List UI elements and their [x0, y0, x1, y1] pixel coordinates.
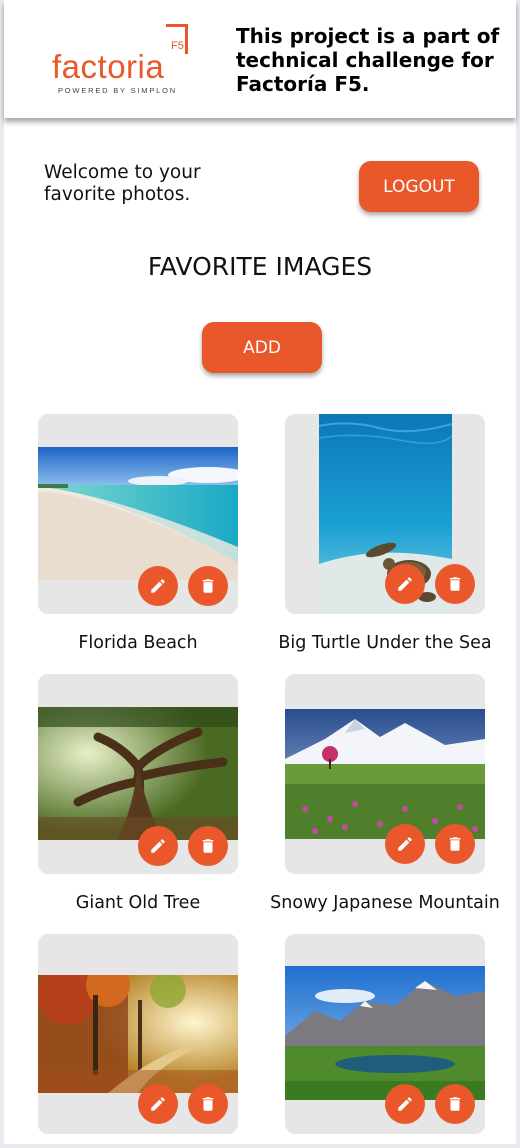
card-caption: Giant Old Tree [75, 893, 201, 913]
pencil-icon [398, 577, 412, 591]
image-grid: Florida Beach Big Turtle Under the Sea G… [0, 0, 520, 1148]
pencil-icon [151, 1097, 165, 1111]
trash-icon [202, 839, 214, 853]
delete-button[interactable] [435, 564, 475, 604]
edit-button[interactable] [138, 826, 178, 866]
image-card [38, 934, 238, 1134]
image-card [285, 934, 485, 1134]
trash-icon [202, 579, 214, 593]
trash-icon [202, 1097, 214, 1111]
trash-icon [449, 837, 461, 851]
logo-tagline: POWERED BY SIMPLON [58, 86, 177, 95]
autumn-forest-photo[interactable] [38, 975, 238, 1093]
app-header: F5 factoria POWERED BY SIMPLON This proj… [4, 0, 516, 118]
tree-photo[interactable] [38, 707, 238, 840]
logo-badge: F5 [171, 40, 184, 52]
delete-button[interactable] [188, 1084, 228, 1124]
edit-button[interactable] [138, 1084, 178, 1124]
delete-button[interactable] [435, 1084, 475, 1124]
delete-button[interactable] [188, 826, 228, 866]
card-caption: Snowy Japanese Mountain [270, 893, 500, 913]
trash-icon [449, 1097, 461, 1111]
pencil-icon [398, 1097, 412, 1111]
factoria-logo[interactable]: F5 factoria POWERED BY SIMPLON [52, 24, 202, 98]
edit-button[interactable] [385, 564, 425, 604]
image-card [38, 674, 238, 874]
card-caption: Big Turtle Under the Sea [278, 633, 492, 653]
image-card [285, 674, 485, 874]
image-card [38, 414, 238, 614]
pencil-icon [151, 839, 165, 853]
logo-wordmark: factoria [52, 48, 165, 85]
card-caption: Florida Beach [78, 633, 198, 653]
mountain-photo[interactable] [285, 709, 485, 839]
edit-button[interactable] [385, 1084, 425, 1124]
pencil-icon [151, 579, 165, 593]
edit-button[interactable] [385, 824, 425, 864]
pencil-icon [398, 837, 412, 851]
beach-photo[interactable] [38, 447, 238, 580]
edit-button[interactable] [138, 566, 178, 606]
project-description: This project is a part of technical chal… [236, 24, 500, 96]
trash-icon [449, 577, 461, 591]
delete-button[interactable] [435, 824, 475, 864]
mountain-lake-photo[interactable] [285, 966, 485, 1100]
image-card [285, 414, 485, 614]
delete-button[interactable] [188, 566, 228, 606]
